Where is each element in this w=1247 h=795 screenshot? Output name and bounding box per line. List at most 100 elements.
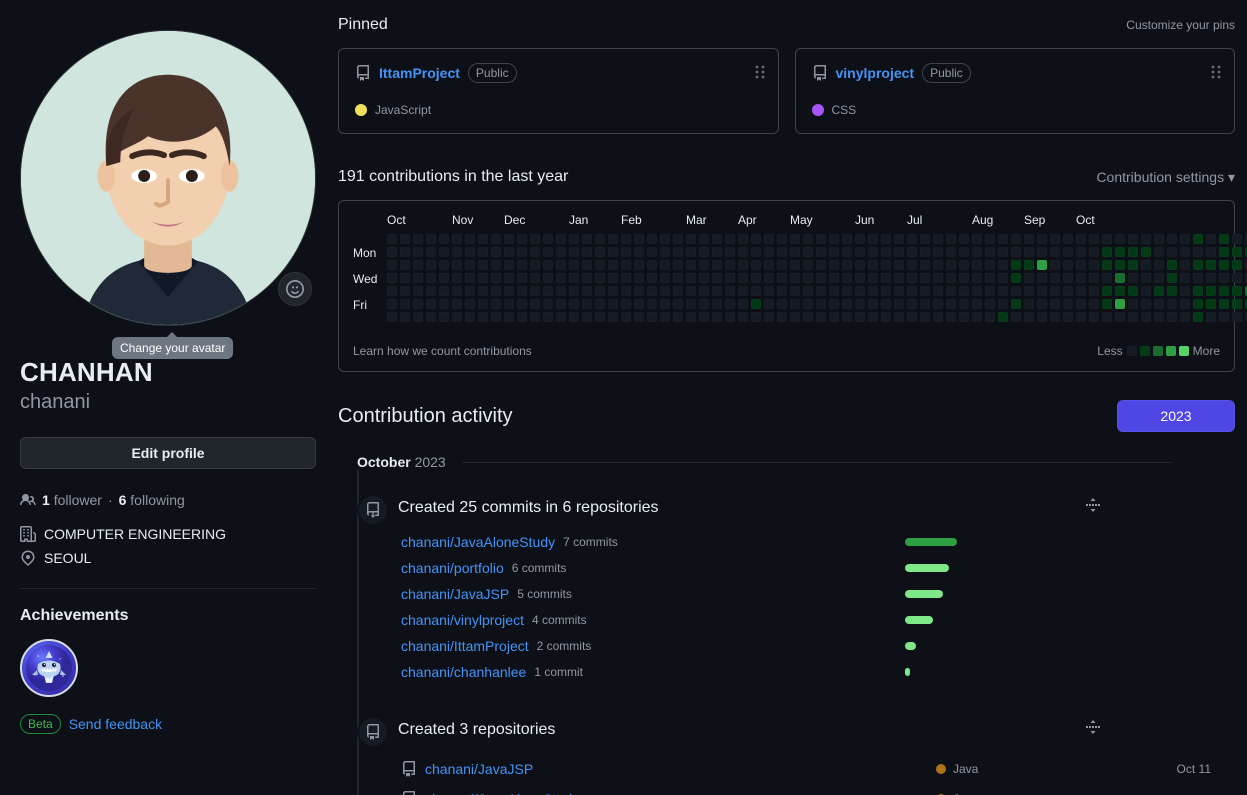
calendar-day-cell[interactable] (517, 286, 527, 296)
calendar-day-cell[interactable] (1219, 299, 1229, 309)
calendar-day-cell[interactable] (920, 312, 930, 322)
calendar-day-cell[interactable] (946, 312, 956, 322)
calendar-day-cell[interactable] (413, 234, 423, 244)
calendar-day-cell[interactable] (725, 234, 735, 244)
calendar-day-cell[interactable] (582, 299, 592, 309)
calendar-day-cell[interactable] (439, 299, 449, 309)
calendar-day-cell[interactable] (972, 286, 982, 296)
calendar-day-cell[interactable] (894, 234, 904, 244)
calendar-day-cell[interactable] (998, 247, 1008, 257)
edit-profile-button[interactable]: Edit profile (20, 436, 316, 469)
calendar-day-cell[interactable] (1011, 273, 1021, 283)
calendar-day-cell[interactable] (933, 260, 943, 270)
calendar-day-cell[interactable] (1050, 273, 1060, 283)
pinned-card[interactable]: IttamProject Public JavaScript (338, 48, 779, 134)
calendar-day-cell[interactable] (426, 234, 436, 244)
calendar-day-cell[interactable] (855, 234, 865, 244)
calendar-day-cell[interactable] (1141, 299, 1151, 309)
calendar-day-cell[interactable] (751, 299, 761, 309)
calendar-day-cell[interactable] (1089, 312, 1099, 322)
calendar-day-cell[interactable] (1024, 247, 1034, 257)
calendar-day-cell[interactable] (634, 286, 644, 296)
calendar-day-cell[interactable] (1206, 273, 1216, 283)
calendar-day-cell[interactable] (608, 312, 618, 322)
calendar-day-cell[interactable] (660, 247, 670, 257)
calendar-day-cell[interactable] (400, 273, 410, 283)
calendar-day-cell[interactable] (595, 299, 605, 309)
calendar-day-cell[interactable] (920, 273, 930, 283)
calendar-day-cell[interactable] (803, 286, 813, 296)
calendar-day-cell[interactable] (1154, 312, 1164, 322)
calendar-day-cell[interactable] (569, 273, 579, 283)
calendar-day-cell[interactable] (1037, 312, 1047, 322)
calendar-day-cell[interactable] (426, 260, 436, 270)
calendar-day-cell[interactable] (777, 273, 787, 283)
calendar-day-cell[interactable] (933, 234, 943, 244)
calendar-day-cell[interactable] (673, 312, 683, 322)
calendar-day-cell[interactable] (868, 247, 878, 257)
calendar-day-cell[interactable] (1219, 234, 1229, 244)
calendar-day-cell[interactable] (1193, 234, 1203, 244)
calendar-day-cell[interactable] (1193, 286, 1203, 296)
calendar-day-cell[interactable] (465, 312, 475, 322)
calendar-day-cell[interactable] (1076, 299, 1086, 309)
calendar-day-cell[interactable] (621, 260, 631, 270)
calendar-day-cell[interactable] (907, 273, 917, 283)
calendar-day-cell[interactable] (569, 247, 579, 257)
calendar-day-cell[interactable] (413, 286, 423, 296)
calendar-day-cell[interactable] (439, 234, 449, 244)
calendar-day-cell[interactable] (907, 247, 917, 257)
calendar-day-cell[interactable] (478, 286, 488, 296)
calendar-day-cell[interactable] (790, 247, 800, 257)
calendar-day-cell[interactable] (582, 273, 592, 283)
calendar-day-cell[interactable] (647, 260, 657, 270)
calendar-day-cell[interactable] (1167, 312, 1177, 322)
calendar-day-cell[interactable] (894, 273, 904, 283)
calendar-day-cell[interactable] (946, 260, 956, 270)
calendar-day-cell[interactable] (972, 260, 982, 270)
calendar-day-cell[interactable] (673, 260, 683, 270)
calendar-day-cell[interactable] (1232, 234, 1242, 244)
calendar-day-cell[interactable] (1024, 299, 1034, 309)
calendar-day-cell[interactable] (842, 286, 852, 296)
calendar-day-cell[interactable] (569, 312, 579, 322)
calendar-day-cell[interactable] (465, 234, 475, 244)
calendar-day-cell[interactable] (647, 247, 657, 257)
calendar-day-cell[interactable] (1102, 260, 1112, 270)
calendar-day-cell[interactable] (1011, 312, 1021, 322)
calendar-day-cell[interactable] (907, 299, 917, 309)
calendar-day-cell[interactable] (1128, 286, 1138, 296)
calendar-day-cell[interactable] (725, 286, 735, 296)
calendar-day-cell[interactable] (1219, 260, 1229, 270)
calendar-day-cell[interactable] (543, 273, 553, 283)
calendar-day-cell[interactable] (1154, 299, 1164, 309)
calendar-day-cell[interactable] (842, 260, 852, 270)
calendar-day-cell[interactable] (556, 273, 566, 283)
pinned-repo-name[interactable]: vinylproject (836, 65, 915, 81)
calendar-day-cell[interactable] (1180, 299, 1190, 309)
calendar-day-cell[interactable] (569, 286, 579, 296)
calendar-day-cell[interactable] (504, 312, 514, 322)
calendar-day-cell[interactable] (504, 260, 514, 270)
calendar-day-cell[interactable] (608, 234, 618, 244)
calendar-day-cell[interactable] (1063, 312, 1073, 322)
created-repo-link[interactable]: chanani/JavaAloneStudy (425, 791, 579, 795)
customize-pins-link[interactable]: Customize your pins (1126, 18, 1235, 32)
commit-repo-link[interactable]: chanani/JavaJSP (401, 586, 509, 602)
calendar-day-cell[interactable] (764, 299, 774, 309)
calendar-day-cell[interactable] (1154, 234, 1164, 244)
calendar-day-cell[interactable] (1102, 273, 1112, 283)
calendar-day-cell[interactable] (816, 234, 826, 244)
calendar-day-cell[interactable] (1180, 260, 1190, 270)
calendar-day-cell[interactable] (491, 312, 501, 322)
calendar-day-cell[interactable] (751, 273, 761, 283)
calendar-day-cell[interactable] (1128, 247, 1138, 257)
calendar-day-cell[interactable] (777, 286, 787, 296)
calendar-day-cell[interactable] (777, 247, 787, 257)
calendar-day-cell[interactable] (738, 299, 748, 309)
calendar-day-cell[interactable] (530, 247, 540, 257)
calendar-day-cell[interactable] (1232, 299, 1242, 309)
calendar-day-cell[interactable] (842, 247, 852, 257)
calendar-day-cell[interactable] (595, 260, 605, 270)
calendar-day-cell[interactable] (426, 299, 436, 309)
